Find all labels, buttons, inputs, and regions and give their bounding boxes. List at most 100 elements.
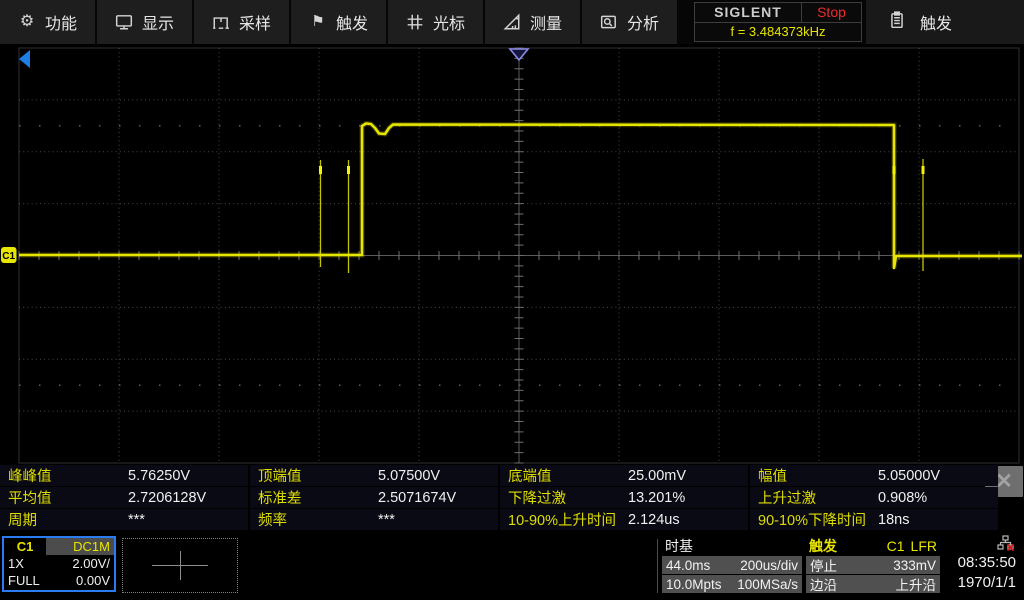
frequency-counter: f = 3.484373kHz xyxy=(730,24,826,40)
measurement-column-3: 底端值 25.00mV 下降过激 13.201% 10-90%上升时间 2.124us xyxy=(500,465,748,531)
trigger-status: 停止 xyxy=(810,559,837,574)
menu-item-label: 分析 xyxy=(626,16,659,33)
measurement-value: 18ns xyxy=(878,511,910,528)
measurement-cell[interactable]: 底端值 25.00mV xyxy=(500,465,748,486)
measurement-cell[interactable]: 周期 *** xyxy=(0,509,248,530)
acquisition-status-block[interactable]: SIGLENT Stop f = 3.484373kHz xyxy=(694,2,862,42)
channel1-bandwidth: FULL xyxy=(8,573,40,588)
measurement-column-1: 峰峰值 5.76250V 平均值 2.7206128V 周期 *** xyxy=(0,465,248,531)
timebase-descriptor-box[interactable]: 时基 44.0ms 200us/div 10.0Mpts 100MSa/s xyxy=(662,537,802,593)
lan-status-icon xyxy=(942,535,1016,553)
menu-item-label: 采样 xyxy=(238,16,271,33)
measurement-cell[interactable]: 上升过激 0.908% xyxy=(750,487,998,508)
menu-item-label: 显示 xyxy=(141,16,174,33)
display-icon xyxy=(115,13,133,31)
add-channel-placeholder[interactable] xyxy=(122,538,238,593)
siglent-logo: SIGLENT xyxy=(695,3,802,22)
divider xyxy=(657,539,658,593)
measurement-label: 标准差 xyxy=(258,491,302,507)
measurement-value: *** xyxy=(378,511,395,528)
measurement-cell[interactable]: 峰峰值 5.76250V xyxy=(0,465,248,486)
measurement-label: 底端值 xyxy=(508,469,552,485)
trigger-coupling: LFR xyxy=(910,538,937,554)
svg-text:C1: C1 xyxy=(2,251,15,262)
timebase-title: 时基 xyxy=(665,538,693,554)
gear-icon: ⚙ xyxy=(19,13,35,30)
timebase-samplerate: 100MSa/s xyxy=(737,576,798,592)
measurement-value: 5.05000V xyxy=(878,467,941,484)
trigger-type: 边沿 xyxy=(810,578,837,593)
measurement-cell[interactable]: 下降过激 13.201% xyxy=(500,487,748,508)
measurement-label: 顶端值 xyxy=(258,469,302,485)
clock-block[interactable]: 08:35:50 1970/1/1 xyxy=(942,535,1016,593)
measurement-cell[interactable]: 90-10%下降时间 18ns xyxy=(750,509,998,530)
flag-icon: ⚑ xyxy=(311,13,325,30)
trigger-delay-arrow[interactable] xyxy=(19,50,30,68)
trigger-source: C1 xyxy=(886,538,905,554)
measurement-label: 下降过激 xyxy=(508,491,566,507)
sampling-icon xyxy=(212,13,230,31)
trigger-level: 333mV xyxy=(893,557,936,573)
timebase-memdepth: 10.0Mpts xyxy=(666,576,722,592)
trigger-title: 触发 xyxy=(809,538,837,554)
menu-item-7[interactable]: 分析 xyxy=(582,0,677,44)
menu-item-2[interactable]: 显示 xyxy=(97,0,192,44)
measurement-cell[interactable]: 平均值 2.7206128V xyxy=(0,487,248,508)
menu-item-4[interactable]: ⚑ 触发 xyxy=(291,0,386,44)
menu-item-trigger-status[interactable]: 触发 xyxy=(866,0,1024,44)
menu-item-label: 触发 xyxy=(335,16,368,33)
acquisition-state[interactable]: Stop xyxy=(802,3,861,22)
measurement-cell[interactable]: 顶端值 5.07500V xyxy=(250,465,498,486)
measurement-value: 5.76250V xyxy=(128,467,191,484)
trigger-slope: 上升沿 xyxy=(895,578,937,593)
measurement-value: 25.00mV xyxy=(628,467,687,484)
trigger-position-marker[interactable] xyxy=(508,48,530,62)
measurement-value: 2.7206128V xyxy=(128,489,207,506)
menu-item-6[interactable]: 测量 xyxy=(485,0,580,44)
measurement-label: 平均值 xyxy=(8,491,52,507)
menu-item-label: 功能 xyxy=(44,16,77,33)
menu-item-5[interactable]: 光标 xyxy=(388,0,483,44)
c1-waveform-glow xyxy=(19,120,1022,269)
analyze-icon xyxy=(600,13,618,31)
menu-item-1[interactable]: ⚙ 功能 xyxy=(0,0,95,44)
measurement-label: 周期 xyxy=(8,513,37,529)
menu-item-label: 测量 xyxy=(529,16,562,33)
plus-icon xyxy=(180,551,181,580)
channel1-descriptor-box[interactable]: C1 DC1M 1X 2.00V/ FULL 0.00V xyxy=(2,536,116,592)
c1-level-marker[interactable]: C1 xyxy=(1,247,17,263)
measure-icon xyxy=(503,13,521,31)
channel1-offset: 0.00V xyxy=(76,573,110,588)
menu-item-3[interactable]: 采样 xyxy=(194,0,289,44)
clock-time: 08:35:50 xyxy=(957,554,1016,571)
measurement-cell[interactable]: 10-90%上升时间 2.124us xyxy=(500,509,748,530)
measurement-value: *** xyxy=(128,511,145,528)
menu-item-label: 触发 xyxy=(920,16,953,33)
measurement-value: 0.908% xyxy=(878,489,928,506)
measurement-label: 10-90%上升时间 xyxy=(508,513,616,529)
channel1-scale: 2.00V/ xyxy=(72,556,110,571)
c1-waveform xyxy=(19,122,1022,270)
timebase-scale: 200us/div xyxy=(740,557,798,573)
channel1-label: C1 xyxy=(4,539,46,554)
measurement-cell[interactable]: 频率 *** xyxy=(250,509,498,530)
measurement-cell[interactable]: 幅值 5.05000V xyxy=(750,465,998,486)
measurement-value: 5.07500V xyxy=(378,467,441,484)
measurement-value: 2.124us xyxy=(628,511,680,528)
measurement-value: 2.5071674V xyxy=(378,489,457,506)
channel1-coupling: DC1M xyxy=(46,538,114,555)
bottom-status-bar: C1 DC1M 1X 2.00V/ FULL 0.00V 时基 44.0ms 2… xyxy=(0,533,1024,600)
measurement-column-2: 顶端值 5.07500V 标准差 2.5071674V 频率 *** xyxy=(250,465,498,531)
timebase-delay: 44.0ms xyxy=(666,557,711,573)
measurement-cell[interactable]: 标准差 2.5071674V xyxy=(250,487,498,508)
measurement-label: 频率 xyxy=(258,513,287,529)
clipboard-icon xyxy=(888,10,906,34)
trigger-descriptor-box[interactable]: 触发 C1 LFR 停止 333mV 边沿 上升沿 xyxy=(806,537,940,593)
measurement-column-4: 幅值 5.05000V 上升过激 0.908% 90-10%下降时间 18ns xyxy=(750,465,998,531)
measurement-label: 幅值 xyxy=(758,469,787,485)
cursor-icon xyxy=(406,13,424,31)
oscilloscope-screen: { "menu": { "items": [ {"icon": "gear-ic… xyxy=(0,0,1024,600)
measurement-value: 13.201% xyxy=(628,489,686,506)
measurement-label: 峰峰值 xyxy=(8,469,52,485)
menu-item-label: 光标 xyxy=(432,16,465,33)
